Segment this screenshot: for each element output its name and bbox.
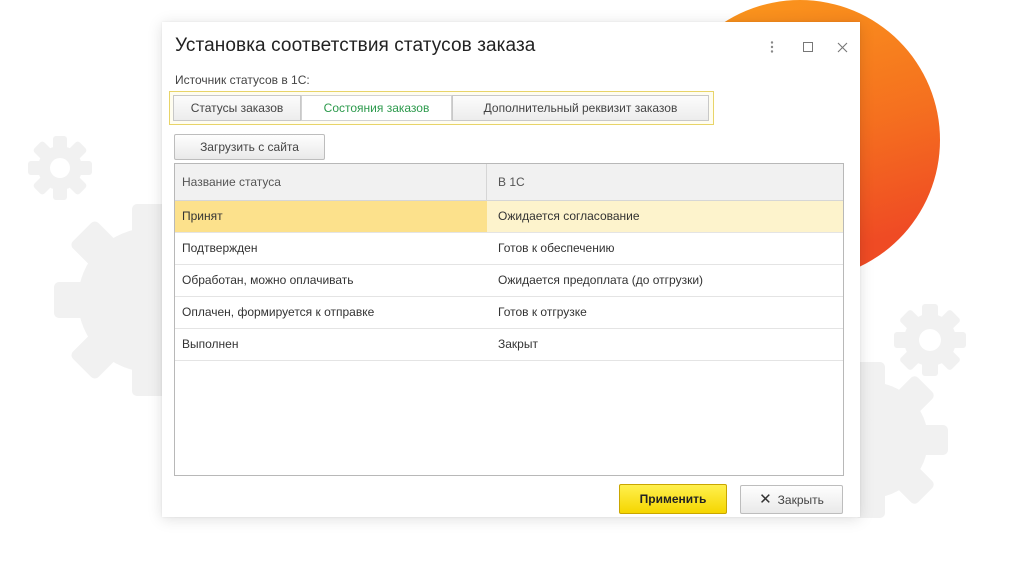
status-table: Название статуса В 1С Принят Ожидается с… [174, 163, 844, 476]
cell-1c-status[interactable]: Готов к отгрузке [487, 297, 843, 328]
cell-status-name[interactable]: Подтвержден [175, 233, 487, 264]
table-body: Принят Ожидается согласование Подтвержде… [175, 201, 843, 361]
dialog-title: Установка соответствия статусов заказа [175, 35, 536, 56]
cell-status-name[interactable]: Принят [175, 201, 487, 232]
tab-additional-attribute[interactable]: Дополнительный реквизит заказов [452, 95, 709, 121]
close-x-icon: ✕ [759, 491, 772, 508]
cell-status-name[interactable]: Выполнен [175, 329, 487, 360]
cell-1c-status[interactable]: Готов к обеспечению [487, 233, 843, 264]
cell-1c-status[interactable]: Закрыт [487, 329, 843, 360]
table-row[interactable]: Оплачен, формируется к отправке Готов к … [175, 297, 843, 329]
close-button-label: Закрыть [777, 493, 824, 507]
more-vertical-icon[interactable] [763, 38, 781, 56]
status-mapping-dialog: Установка соответствия статусов заказа И… [162, 22, 860, 517]
close-icon[interactable] [833, 38, 851, 56]
table-row[interactable]: Обработан, можно оплачивать Ожидается пр… [175, 265, 843, 297]
load-from-site-button[interactable]: Загрузить с сайта [174, 134, 325, 160]
cell-status-name[interactable]: Обработан, можно оплачивать [175, 265, 487, 296]
column-header-in-1c[interactable]: В 1С [487, 164, 843, 200]
maximize-icon[interactable] [799, 38, 817, 56]
tab-order-statuses[interactable]: Статусы заказов [173, 95, 301, 121]
apply-button[interactable]: Применить [619, 484, 727, 514]
source-selector: Статусы заказов Состояния заказов Дополн… [169, 91, 714, 125]
cell-status-name[interactable]: Оплачен, формируется к отправке [175, 297, 487, 328]
cell-1c-status[interactable]: Ожидается согласование [487, 201, 843, 232]
table-row[interactable]: Подтвержден Готов к обеспечению [175, 233, 843, 265]
tab-order-states[interactable]: Состояния заказов [301, 95, 452, 121]
source-label: Источник статусов в 1С: [175, 73, 310, 87]
table-row[interactable]: Принят Ожидается согласование [175, 201, 843, 233]
table-row[interactable]: Выполнен Закрыт [175, 329, 843, 361]
column-header-status-name[interactable]: Название статуса [175, 164, 487, 200]
cell-1c-status[interactable]: Ожидается предоплата (до отгрузки) [487, 265, 843, 296]
table-header: Название статуса В 1С [175, 164, 843, 201]
close-button[interactable]: ✕ Закрыть [740, 485, 843, 514]
